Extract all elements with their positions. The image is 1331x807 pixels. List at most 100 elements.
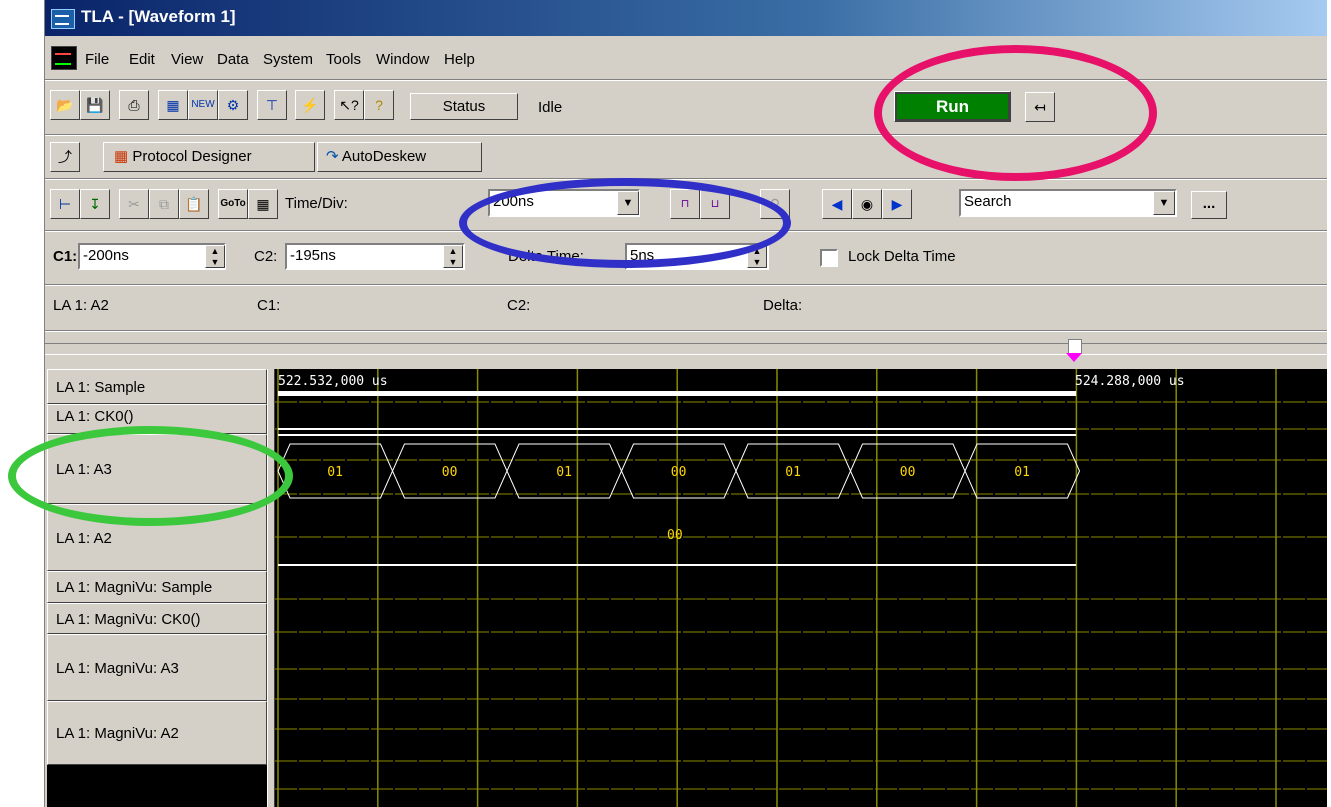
window-title: TLA - [Waveform 1]: [81, 7, 236, 26]
menu-window[interactable]: Window: [376, 51, 429, 68]
c2-input[interactable]: -195ns: [285, 243, 465, 270]
document-icon[interactable]: [51, 46, 77, 70]
delta-time-label: Delta Time:: [508, 248, 584, 265]
readout-bar: LA 1: A2 C1: C2: Delta:: [45, 287, 1327, 327]
tla-window: TLA - [Waveform 1] File Edit View Data S…: [44, 0, 1327, 807]
menu-file[interactable]: File: [85, 51, 109, 68]
context-help-icon[interactable]: ↖?: [334, 90, 364, 120]
setup-icon[interactable]: ⚙: [218, 90, 248, 120]
a2-bus-value: 00: [667, 528, 683, 543]
menu-bar: File Edit View Data System Tools Window …: [45, 42, 1327, 76]
waveform-canvas: 522.532,000 us 524.288,000 us 01 00 01 00 01…: [275, 369, 1327, 807]
signal-label-magnivu-a3[interactable]: LA 1: MagniVu: A3: [47, 634, 267, 701]
c2-label: C2:: [254, 248, 278, 265]
status-value: Idle: [538, 99, 563, 116]
overview-scrollbar[interactable]: [45, 338, 1327, 362]
protocol-designer-icon: ▦: [114, 148, 129, 165]
c1-input[interactable]: -200ns: [78, 243, 226, 270]
timestamp-right: 524.288,000 us: [1075, 374, 1185, 389]
tab-protocol-designer[interactable]: ▦ Protocol Designer: [103, 142, 315, 172]
tab-autodeskew[interactable]: ↷ AutoDeskew: [317, 142, 482, 172]
lock-delta-label: Lock Delta Time: [848, 248, 956, 265]
cut-icon[interactable]: ✂: [119, 189, 149, 219]
signal-label-a3[interactable]: LA 1: A3: [47, 434, 267, 504]
paste-icon[interactable]: 📋: [179, 189, 209, 219]
zoom-in-icon[interactable]: ⊓: [670, 189, 700, 219]
system-window-icon[interactable]: ▦: [158, 90, 188, 120]
lock-delta-checkbox[interactable]: [820, 249, 838, 267]
overview-cursor-marker[interactable]: [1068, 339, 1082, 354]
a3-bus-value: 01: [556, 465, 572, 480]
readout-c1-label: C1:: [257, 297, 281, 314]
properties-icon[interactable]: ▦: [248, 189, 278, 219]
search-next-icon[interactable]: ▶: [882, 189, 912, 219]
menu-data[interactable]: Data: [217, 51, 249, 68]
more-options-button[interactable]: ...: [1191, 191, 1227, 219]
delta-time-spinner[interactable]: ▲ ▼: [747, 245, 767, 268]
cursor-bar: C1: -200ns ▲ ▼ C2: -195ns ▲ ▼ Delta Time: …: [45, 233, 1327, 279]
search-input[interactable]: Search: [959, 189, 1177, 217]
c1-label: C1:: [53, 248, 78, 265]
signal-label-panel: LA 1: Sample LA 1: CK0() LA 1: A3 LA 1: …: [47, 369, 268, 807]
readout-c2-label: C2:: [507, 297, 531, 314]
trigger-icon[interactable]: ⊤: [257, 90, 287, 120]
signal-label-ck0[interactable]: LA 1: CK0(): [47, 404, 267, 434]
save-icon[interactable]: 💾: [80, 90, 110, 120]
a3-bus-value: 00: [442, 465, 458, 480]
trigger-marker-icon: [1066, 353, 1082, 362]
timestamp-left: 522.532,000 us: [278, 374, 388, 389]
signal-label-magnivu-a2[interactable]: LA 1: MagniVu: A2: [47, 701, 267, 765]
title-bar: TLA - [Waveform 1]: [45, 0, 1327, 36]
app-icon: [51, 9, 75, 29]
signal-label-sample[interactable]: LA 1: Sample: [47, 369, 267, 404]
a3-bus-value: 01: [785, 465, 801, 480]
lightning-icon[interactable]: ⚡: [295, 90, 325, 120]
waveform-toolbar: ⊢ ↧ ✂ ⧉ 📋 GoTo ▦ Time/Div: 200ns ▼ ⊓ ⊔ ⚲…: [45, 181, 1327, 227]
sample-waveform: [278, 391, 1076, 396]
help-icon[interactable]: ?: [364, 90, 394, 120]
c2-spinner[interactable]: ▲ ▼: [443, 245, 463, 268]
menu-tools[interactable]: Tools: [326, 51, 361, 68]
insert-marker-icon[interactable]: ↧: [80, 189, 110, 219]
magnifier-icon[interactable]: ⚲: [760, 189, 790, 219]
single-run-icon[interactable]: ↤: [1025, 92, 1055, 122]
a3-bus-value: 01: [1014, 465, 1030, 480]
a3-bus-waveform: 01 00 01 00 01 00 01: [277, 443, 1081, 499]
open-folder-icon[interactable]: 📂: [50, 90, 80, 120]
status-button[interactable]: Status: [410, 93, 518, 120]
readout-delta-label: Delta:: [763, 297, 803, 314]
time-div-label: Time/Div:: [285, 195, 348, 212]
hammer-icon[interactable]: ⤴: [50, 142, 80, 172]
search-dropdown-icon[interactable]: ▼: [1153, 191, 1175, 215]
binoculars-icon[interactable]: ◉: [852, 189, 882, 219]
label-splitter[interactable]: [267, 369, 275, 807]
menu-edit[interactable]: Edit: [129, 51, 155, 68]
menu-system[interactable]: System: [263, 51, 313, 68]
signal-label-magnivu-ck0[interactable]: LA 1: MagniVu: CK0(): [47, 603, 267, 634]
signal-label-magnivu-sample[interactable]: LA 1: MagniVu: Sample: [47, 571, 267, 603]
autodeskew-icon: ↷: [326, 148, 339, 165]
zoom-out-icon[interactable]: ⊔: [700, 189, 730, 219]
a3-bus-value: 00: [900, 465, 916, 480]
a3-bus-value: 00: [671, 465, 687, 480]
copy-icon[interactable]: ⧉: [149, 189, 179, 219]
run-button[interactable]: Run: [894, 91, 1011, 122]
signal-label-a2[interactable]: LA 1: A2: [47, 504, 267, 571]
tab-protocol-designer-label: Protocol Designer: [132, 148, 252, 165]
print-icon[interactable]: ⎙: [119, 90, 149, 120]
tab-autodeskew-label: AutoDeskew: [341, 148, 427, 165]
run-label: Run: [897, 94, 1008, 119]
waveform-display[interactable]: 522.532,000 us 524.288,000 us 01 00 01 00 01…: [275, 369, 1327, 807]
goto-icon[interactable]: GoTo: [218, 189, 248, 219]
search-previous-icon[interactable]: ◀: [822, 189, 852, 219]
menu-help[interactable]: Help: [444, 51, 475, 68]
new-window-icon[interactable]: NEW: [188, 90, 218, 120]
a3-bus-value: 01: [327, 465, 343, 480]
add-waveform-icon[interactable]: ⊢: [50, 189, 80, 219]
c1-spinner[interactable]: ▲ ▼: [205, 245, 225, 268]
time-div-dropdown-icon[interactable]: ▼: [617, 191, 639, 215]
tool-tabs: ⤴ ▦ Protocol Designer ↷ AutoDeskew: [45, 138, 1327, 174]
main-toolbar: 📂 💾 ⎙ ▦ NEW ⚙ ⊤ ⚡ ↖? ? Status Idle Run ↤: [45, 82, 1327, 132]
readout-signal: LA 1: A2: [53, 297, 109, 314]
menu-view[interactable]: View: [171, 51, 203, 68]
